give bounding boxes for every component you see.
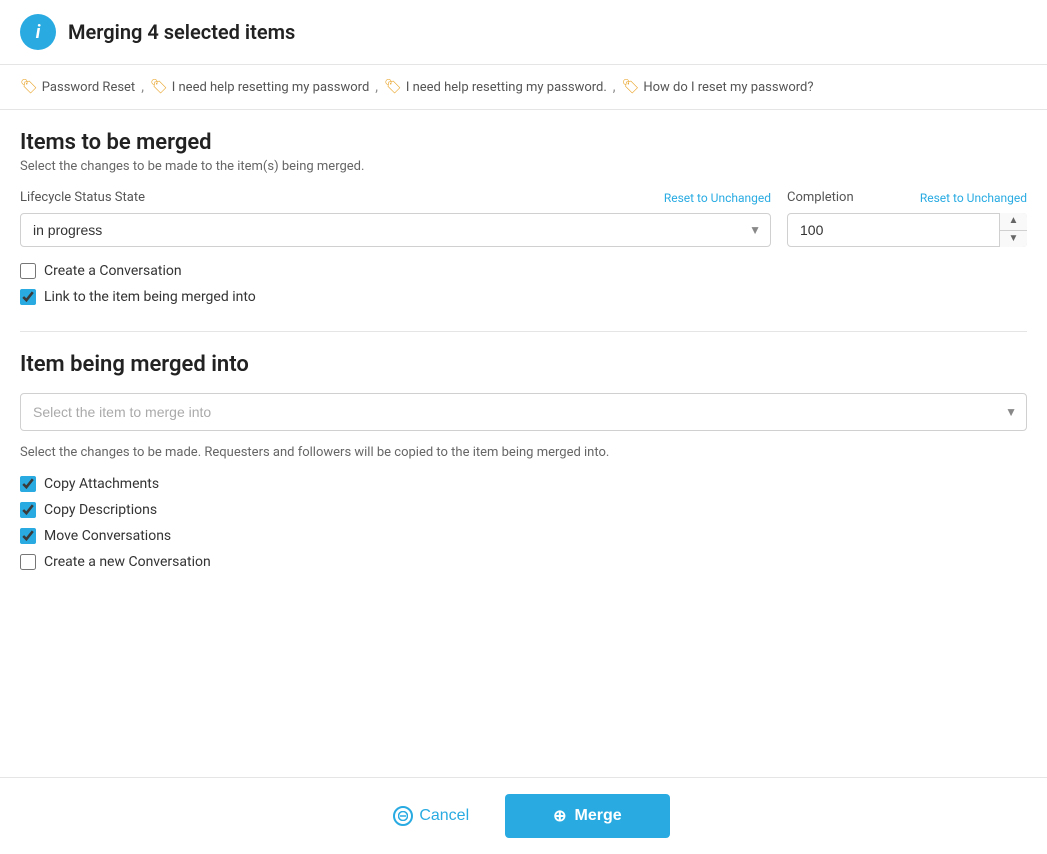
lifecycle-select[interactable]: in progress [20,213,771,247]
cancel-label: Cancel [419,807,469,825]
create-conversation-label[interactable]: Create a Conversation [44,263,182,279]
page-title: Merging 4 selected items [68,20,295,44]
info-icon: i [20,14,56,50]
copy-descriptions-row: Copy Descriptions [20,502,1027,518]
completion-reset-link[interactable]: Reset to Unchanged [920,191,1027,205]
create-new-conversation-checkbox[interactable] [20,554,36,570]
merge-helper-text: Select the changes to be made. Requester… [20,445,1027,460]
merge-button[interactable]: ⊕ Merge [505,794,670,838]
completion-input-wrapper: ▲ ▼ [787,213,1027,247]
link-to-item-label[interactable]: Link to the item being merged into [44,289,256,305]
tag-icon-1: 🏷 [20,79,38,95]
header: i Merging 4 selected items [0,0,1047,65]
copy-attachments-row: Copy Attachments [20,476,1027,492]
tag-item-3: 🏷 I need help resetting my password. [384,79,607,95]
tag-label-1: Password Reset [42,80,135,95]
footer: Cancel ⊕ Merge [0,777,1047,854]
tag-item-4: 🏷 How do I reset my password? [622,79,814,95]
tags-row: 🏷 Password Reset , 🏷 I need help resetti… [0,65,1047,110]
create-conversation-checkbox[interactable] [20,263,36,279]
lifecycle-field-header: Lifecycle Status State Reset to Unchange… [20,190,771,205]
completion-field-header: Completion Reset to Unchanged [787,190,1027,205]
merge-icon: ⊕ [553,806,566,826]
no-entry-icon [398,811,408,821]
merge-select-wrapper: Select the item to merge into ▼ [20,393,1027,431]
fields-row: Lifecycle Status State Reset to Unchange… [20,190,1027,247]
copy-descriptions-checkbox[interactable] [20,502,36,518]
move-conversations-row: Move Conversations [20,528,1027,544]
merge-label: Merge [575,807,622,825]
lifecycle-reset-link[interactable]: Reset to Unchanged [664,191,771,205]
cancel-button[interactable]: Cancel [377,798,485,834]
tag-icon-3: 🏷 [384,79,402,95]
copy-attachments-label[interactable]: Copy Attachments [44,476,159,492]
tag-icon-4: 🏷 [622,79,640,95]
link-to-item-checkbox[interactable] [20,289,36,305]
item-merged-into-title: Item being merged into [20,352,1027,377]
create-new-conversation-label[interactable]: Create a new Conversation [44,554,211,570]
create-new-conversation-row: Create a new Conversation [20,554,1027,570]
spinner-down-button[interactable]: ▼ [1000,231,1027,248]
items-to-merge-section: Items to be merged Select the changes to… [0,110,1047,331]
tag-label-4: How do I reset my password? [643,80,813,95]
tag-item-2: 🏷 I need help resetting my password [150,79,369,95]
create-conversation-row: Create a Conversation [20,263,1027,279]
tag-sep-1: , [141,79,144,95]
lifecycle-field-group: Lifecycle Status State Reset to Unchange… [20,190,771,247]
tag-label-3: I need help resetting my password. [406,80,607,95]
lifecycle-select-wrapper: in progress ▼ [20,213,771,247]
move-conversations-label[interactable]: Move Conversations [44,528,171,544]
items-to-merge-title: Items to be merged [20,130,1027,155]
completion-spinners: ▲ ▼ [999,213,1027,247]
tag-icon-2: 🏷 [150,79,168,95]
copy-attachments-checkbox[interactable] [20,476,36,492]
items-to-merge-subtitle: Select the changes to be made to the ite… [20,159,1027,174]
merge-dialog: i Merging 4 selected items 🏷 Password Re… [0,0,1047,854]
cancel-icon [393,806,413,826]
tag-label-2: I need help resetting my password [172,80,370,95]
merge-into-select[interactable]: Select the item to merge into [20,393,1027,431]
copy-descriptions-label[interactable]: Copy Descriptions [44,502,157,518]
move-conversations-checkbox[interactable] [20,528,36,544]
spinner-up-button[interactable]: ▲ [1000,213,1027,231]
completion-field-group: Completion Reset to Unchanged ▲ ▼ [787,190,1027,247]
completion-label: Completion [787,190,854,205]
link-to-item-row: Link to the item being merged into [20,289,1027,305]
completion-input[interactable] [787,213,1027,247]
lifecycle-label: Lifecycle Status State [20,190,145,205]
tag-item-1: 🏷 Password Reset [20,79,135,95]
item-merged-into-section: Item being merged into Select the item t… [0,332,1047,596]
tag-sep-2: , [375,79,378,95]
tag-sep-3: , [613,79,616,95]
